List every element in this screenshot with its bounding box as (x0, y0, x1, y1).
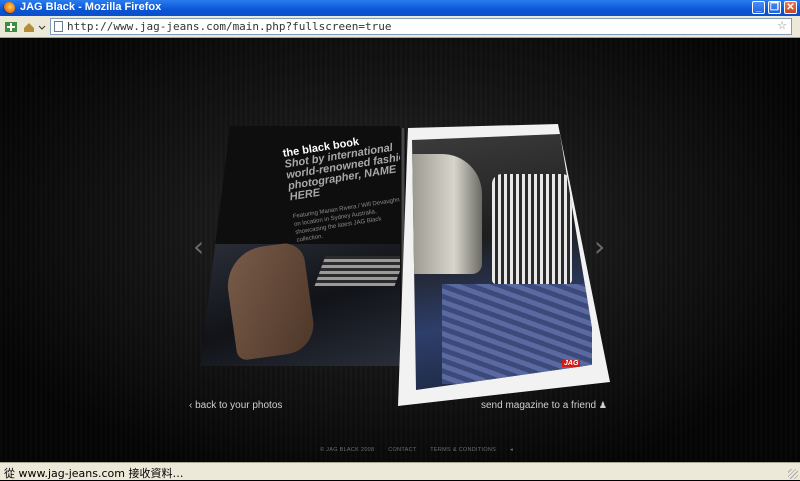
left-page-figure (222, 240, 318, 362)
footer-copyright: © JAG BLACK 2008 (320, 447, 375, 453)
right-page-photo: JAG BLACK (412, 134, 598, 390)
url-bar[interactable]: http://www.jag-jeans.com/main.php?fullsc… (50, 18, 792, 35)
window-title: JAG Black - Mozilla Firefox (20, 1, 162, 13)
send-to-friend-label: send magazine to a friend (481, 400, 597, 411)
sound-icon[interactable]: ◂ (510, 447, 513, 453)
home-icon[interactable] (22, 20, 36, 34)
magazine-description: Featuring Marian Rivera / Will Devaughn … (292, 197, 401, 244)
status-text: 從 www.jag-jeans.com 接收資料… (4, 467, 184, 480)
right-page-jeans (442, 284, 592, 384)
back-to-photos-link[interactable]: ‹ back to your photos (189, 400, 282, 411)
magazine-left-page[interactable]: the black book Shot by international wor… (200, 126, 410, 366)
footer: © JAG BLACK 2008 CONTACT TERMS & CONDITI… (320, 447, 525, 453)
person-icon: ♟ (598, 400, 607, 410)
logo-jag: JAG (562, 360, 581, 367)
window-titlebar: JAG Black - Mozilla Firefox _ ❐ ✕ (0, 0, 800, 16)
send-to-friend-link[interactable]: send magazine to a friend ♟ (481, 400, 607, 411)
history-dropdown-icon[interactable] (38, 20, 46, 34)
footer-contact-link[interactable]: CONTACT (388, 447, 416, 453)
maximize-button[interactable]: ❐ (768, 1, 781, 14)
firefox-icon (3, 2, 15, 14)
reload-icon[interactable] (4, 20, 18, 34)
page-icon (54, 21, 63, 32)
url-text[interactable]: http://www.jag-jeans.com/main.php?fullsc… (67, 20, 392, 33)
minimize-button[interactable]: _ (752, 1, 765, 14)
footer-terms-link[interactable]: TERMS & CONDITIONS (430, 447, 496, 453)
status-bar: 從 www.jag-jeans.com 接收資料… (0, 462, 800, 480)
right-page-jacket (412, 154, 482, 274)
page-content: ‹ › the black book Shot by international… (0, 38, 800, 462)
bookmark-star-icon[interactable]: ☆ (777, 19, 787, 32)
logo-black: BLACK (564, 369, 598, 380)
previous-page-arrow[interactable]: ‹ (193, 230, 204, 263)
right-page-corset (492, 174, 572, 284)
jag-black-logo: JAG BLACK (562, 360, 598, 384)
next-page-arrow[interactable]: › (594, 230, 605, 263)
left-page-stripes (314, 256, 406, 286)
close-button[interactable]: ✕ (784, 1, 797, 14)
navigation-toolbar: http://www.jag-jeans.com/main.php?fullsc… (0, 16, 800, 38)
resize-grip-icon[interactable] (788, 469, 798, 479)
